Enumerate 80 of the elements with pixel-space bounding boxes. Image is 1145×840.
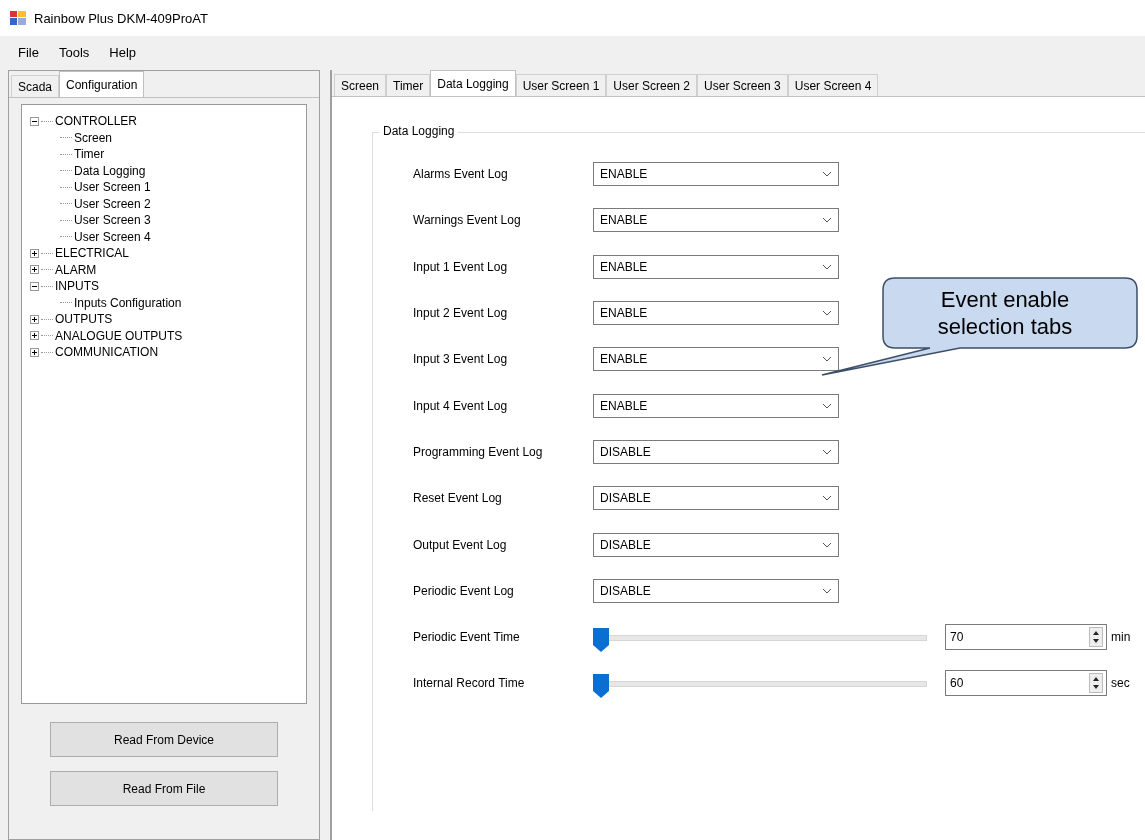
tree-item[interactable]: Data Logging <box>74 163 146 178</box>
chevron-down-icon <box>822 448 832 455</box>
spinner-arrows-icon[interactable] <box>1089 627 1103 648</box>
chevron-down-icon <box>822 263 832 270</box>
expand-icon[interactable] <box>30 265 39 275</box>
dropdown[interactable]: DISABLE <box>593 439 839 464</box>
field-label: Internal Record Time <box>412 676 526 691</box>
read-button[interactable]: Read From File <box>50 771 278 806</box>
tree-item[interactable]: ALARM <box>55 262 97 277</box>
unit-label: min <box>1110 630 1131 645</box>
chevron-down-icon <box>822 495 832 502</box>
dropdown[interactable]: DISABLE <box>593 532 839 557</box>
tree-item[interactable]: User Screen 4 <box>74 229 151 244</box>
tree-item[interactable]: OUTPUTS <box>55 312 113 327</box>
collapse-icon[interactable] <box>30 116 39 126</box>
field-label: Input 1 Event Log <box>412 259 509 274</box>
chevron-down-icon <box>822 541 832 548</box>
expand-icon[interactable] <box>30 314 39 324</box>
dropdown[interactable]: ENABLE <box>593 162 839 187</box>
number-field[interactable]: 70 <box>945 624 1107 651</box>
tree-item[interactable]: Timer <box>74 147 105 162</box>
slider-thumb[interactable] <box>593 628 609 653</box>
tree-item[interactable]: INPUTS <box>55 279 99 294</box>
tree-item[interactable]: User Screen 1 <box>74 180 151 195</box>
chevron-down-icon <box>822 171 832 178</box>
field-label: Input 2 Event Log <box>412 306 509 321</box>
menu-item[interactable]: Tools <box>50 42 98 62</box>
field-label: Alarms Event Log <box>412 167 509 182</box>
tree-item[interactable]: ELECTRICAL <box>55 246 130 261</box>
tab[interactable]: Screen <box>334 74 387 96</box>
tab[interactable]: User Screen 1 <box>515 74 607 96</box>
slider-thumb[interactable] <box>593 674 609 699</box>
chevron-down-icon <box>822 217 832 224</box>
tab[interactable]: Configuration <box>59 71 145 97</box>
spinner-arrows-icon[interactable] <box>1089 673 1103 694</box>
menu-item[interactable]: File <box>10 42 47 62</box>
collapse-icon[interactable] <box>30 281 39 291</box>
callout-text: Event enable selection tabs <box>936 286 1074 340</box>
dropdown[interactable]: ENABLE <box>593 208 839 233</box>
menu-item[interactable]: Help <box>101 42 145 62</box>
unit-label: sec <box>1110 676 1130 691</box>
chevron-down-icon <box>822 402 832 409</box>
tab[interactable]: Timer <box>386 74 431 96</box>
tree-item[interactable]: ANALOGUE OUTPUTS <box>55 328 183 343</box>
field-label: Input 3 Event Log <box>412 352 509 367</box>
tree-item[interactable]: COMMUNICATION <box>55 345 159 360</box>
field-label: Programming Event Log <box>412 444 544 459</box>
tree-item[interactable]: Screen <box>74 130 113 145</box>
field-label: Input 4 Event Log <box>412 398 509 413</box>
chevron-down-icon <box>822 356 832 363</box>
tab[interactable]: User Screen 4 <box>787 74 879 96</box>
field-label: Periodic Event Time <box>412 630 521 645</box>
dropdown[interactable]: DISABLE <box>593 486 839 511</box>
tree-item[interactable]: CONTROLLER <box>55 114 137 129</box>
tab[interactable]: User Screen 2 <box>606 74 698 96</box>
field-label: Warnings Event Log <box>412 213 522 228</box>
dropdown[interactable]: ENABLE <box>593 347 839 372</box>
dropdown[interactable]: ENABLE <box>593 254 839 279</box>
dropdown[interactable]: DISABLE <box>593 578 839 603</box>
expand-icon[interactable] <box>30 347 39 357</box>
expand-icon[interactable] <box>30 248 39 258</box>
tab[interactable]: Scada <box>11 75 60 97</box>
window-title: Rainbow Plus DKM-409ProAT <box>34 10 208 26</box>
chevron-down-icon <box>822 587 832 594</box>
app-icon <box>10 11 26 25</box>
group-title: Data Logging <box>379 124 459 138</box>
number-field[interactable]: 60 <box>945 670 1107 697</box>
tree-item[interactable]: User Screen 3 <box>74 213 151 228</box>
tab[interactable]: Data Logging <box>430 70 516 96</box>
tree-item[interactable]: Inputs Configuration <box>74 295 182 310</box>
read-button[interactable]: Read From Device <box>50 722 278 757</box>
dropdown[interactable]: ENABLE <box>593 301 839 326</box>
field-label: Periodic Event Log <box>412 583 515 598</box>
tree-item[interactable]: User Screen 2 <box>74 196 151 211</box>
expand-icon[interactable] <box>30 331 39 341</box>
chevron-down-icon <box>822 310 832 317</box>
tab[interactable]: User Screen 3 <box>697 74 788 96</box>
field-label: Output Event Log <box>412 537 508 552</box>
field-label: Reset Event Log <box>412 491 503 506</box>
dropdown[interactable]: ENABLE <box>593 393 839 418</box>
